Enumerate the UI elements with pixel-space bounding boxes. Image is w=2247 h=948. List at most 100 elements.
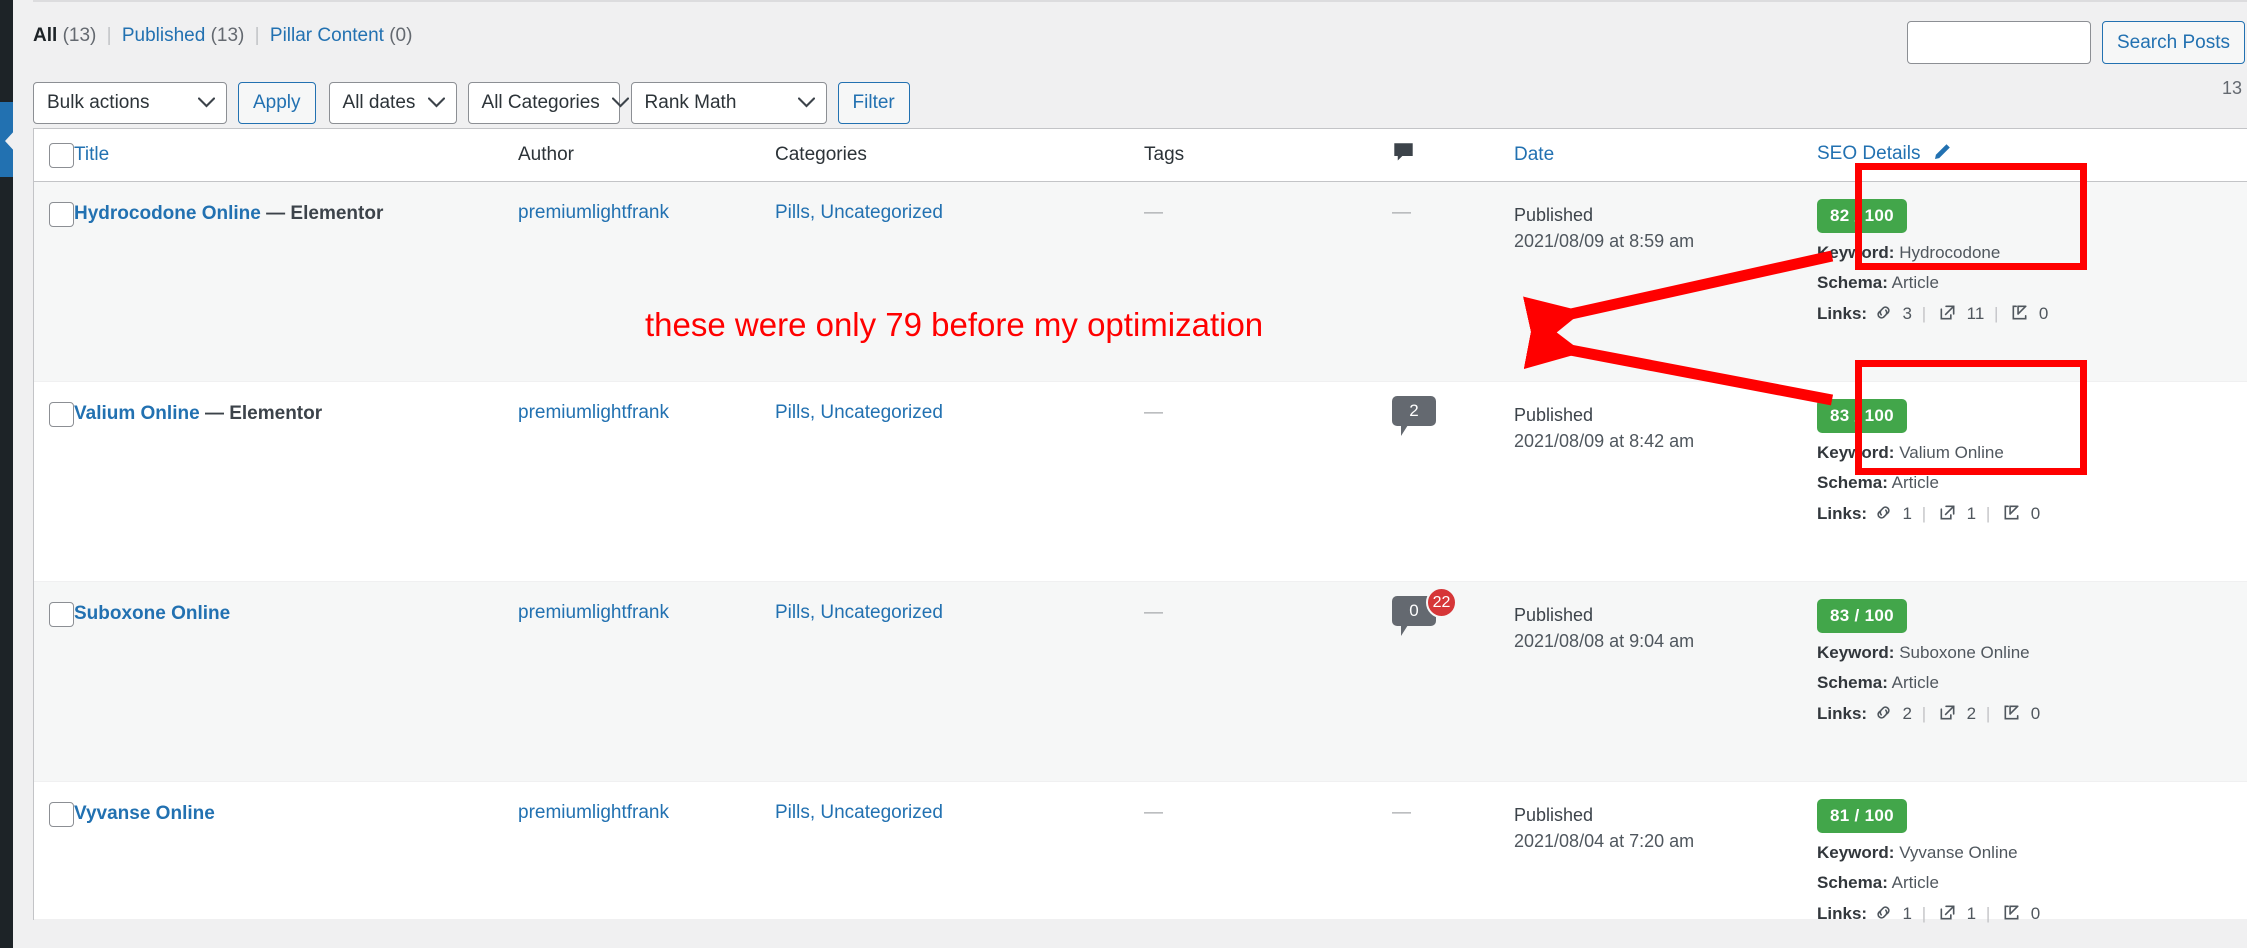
seo-keyword-label: Keyword: — [1817, 643, 1895, 662]
seo-external-links-count: 2 — [1966, 703, 1977, 723]
seo-links-sep-2: | — [1985, 903, 1991, 923]
seo-links-label: Links: — [1817, 903, 1868, 923]
column-header-categories-label: Categories — [775, 144, 867, 165]
seo-external-links-count: 11 — [1966, 303, 1985, 323]
post-status: Published — [1514, 605, 1594, 625]
column-header-date[interactable]: Date — [1514, 144, 1817, 166]
seo-keyword-value: Vyvanse Online — [1899, 843, 2018, 862]
tags-empty: — — [1144, 802, 1163, 823]
bulk-actions-value: Bulk actions — [47, 92, 150, 113]
chain-link-icon — [1874, 503, 1893, 527]
cell-author: premiumlightfrank — [518, 182, 775, 224]
column-header-date-link[interactable]: Date — [1514, 144, 1554, 165]
bulk-actions-select[interactable]: Bulk actions — [33, 82, 227, 124]
seo-keyword-line: Keyword: Suboxone Online — [1817, 642, 2237, 663]
row-select-cell — [34, 782, 74, 827]
post-title: Hydrocodone Online — Elementor — [74, 202, 518, 227]
post-title: Suboxone Online — [74, 602, 518, 627]
status-separator-1: | — [106, 25, 112, 46]
external-link-icon — [1938, 503, 1957, 527]
post-status: Published — [1514, 805, 1594, 825]
author-link[interactable]: premiumlightfrank — [518, 202, 669, 223]
date-filter-select[interactable]: All dates — [328, 82, 457, 124]
seo-links-sep-2: | — [1985, 503, 1991, 523]
status-filter-links: All (13) | Published (13) | Pillar Conte… — [33, 25, 412, 47]
column-header-title-link[interactable]: Title — [74, 144, 109, 165]
post-title-link[interactable]: Hydrocodone Online — [74, 203, 261, 224]
search-submit-button[interactable]: Search Posts — [2102, 21, 2245, 64]
categories-link[interactable]: Pills, Uncategorized — [775, 202, 943, 223]
status-link-pillar-content[interactable]: Pillar Content — [270, 25, 384, 46]
post-title: Valium Online — Elementor — [74, 402, 518, 427]
row-checkbox[interactable] — [49, 202, 74, 227]
comment-count-wrap[interactable]: 2 — [1392, 396, 1436, 436]
status-link-published[interactable]: Published — [122, 25, 205, 46]
filter-button[interactable]: Filter — [837, 82, 910, 124]
column-header-author: Author — [518, 144, 775, 166]
external-link-icon — [1938, 703, 1957, 727]
cell-comments: — — [1392, 782, 1514, 824]
external-link-icon — [1938, 903, 1957, 927]
post-date: 2021/08/08 at 9:04 am — [1514, 631, 1695, 652]
post-title-link[interactable]: Suboxone Online — [74, 603, 230, 624]
comments-empty: — — [1392, 802, 1411, 823]
table-row: Vyvanse Online premiumlightfrank Pills, … — [34, 782, 2247, 923]
categories-link[interactable]: Pills, Uncategorized — [775, 402, 943, 423]
column-header-seo-details-link[interactable]: SEO Details — [1817, 143, 1920, 164]
row-checkbox[interactable] — [49, 602, 74, 627]
cell-title: Hydrocodone Online — Elementor — [74, 182, 518, 227]
seo-score-badge[interactable]: 83 / 100 — [1817, 399, 1907, 433]
cell-title: Valium Online — Elementor — [74, 382, 518, 427]
seo-internal-links-count: 1 — [1902, 903, 1912, 923]
categories-link[interactable]: Pills, Uncategorized — [775, 802, 943, 823]
column-header-comments[interactable] — [1392, 141, 1514, 170]
cell-categories: Pills, Uncategorized — [775, 582, 1144, 624]
seo-score-badge[interactable]: 82 / 100 — [1817, 199, 1907, 233]
comment-count-wrap[interactable]: 0 22 — [1392, 587, 1457, 636]
table-row: Suboxone Online premiumlightfrank Pills,… — [34, 582, 2247, 782]
post-title-suffix: — Elementor — [266, 203, 384, 224]
post-title-link[interactable]: Valium Online — [74, 403, 200, 424]
seo-schema-label: Schema: — [1817, 873, 1888, 893]
status-link-all[interactable]: All — [33, 25, 57, 46]
edit-pencil-icon[interactable] — [1932, 142, 1952, 168]
table-row: Hydrocodone Online — Elementor premiumli… — [34, 182, 2247, 382]
apply-button[interactable]: Apply — [238, 82, 316, 124]
search-input[interactable] — [1907, 21, 2091, 64]
rank-math-filter-select[interactable]: Rank Math — [630, 82, 827, 124]
column-header-seo-details[interactable]: SEO Details — [1817, 142, 2237, 168]
categories-link[interactable]: Pills, Uncategorized — [775, 602, 943, 623]
cell-seo-details: 83 / 100 Keyword: Valium Online Schema: … — [1817, 382, 2237, 527]
category-filter-value: All Categories — [481, 92, 600, 113]
row-checkbox[interactable] — [49, 802, 74, 827]
row-checkbox[interactable] — [49, 402, 74, 427]
column-header-title[interactable]: Title — [74, 144, 518, 166]
seo-schema-value: Article — [1891, 273, 1939, 293]
category-filter-select[interactable]: All Categories — [467, 82, 629, 124]
row-select-cell — [34, 182, 74, 227]
author-link[interactable]: premiumlightfrank — [518, 802, 669, 823]
seo-links-label: Links: — [1817, 303, 1868, 323]
cell-date: Published 2021/08/09 at 8:59 am — [1514, 182, 1817, 254]
seo-keyword-label: Keyword: — [1817, 843, 1895, 862]
pending-comments-badge[interactable]: 22 — [1426, 587, 1457, 618]
author-link[interactable]: premiumlightfrank — [518, 402, 669, 423]
select-all-checkbox[interactable] — [49, 142, 74, 168]
seo-schema-line: Schema: Article — [1817, 472, 2237, 493]
comments-empty: — — [1392, 202, 1411, 223]
comment-count-bubble[interactable]: 2 — [1392, 396, 1436, 436]
seo-links-sep-1: | — [1921, 303, 1927, 323]
seo-score-badge[interactable]: 83 / 100 — [1817, 599, 1907, 633]
column-header-tags: Tags — [1144, 144, 1392, 166]
seo-score-badge[interactable]: 81 / 100 — [1817, 799, 1907, 833]
table-row: Valium Online — Elementor premiumlightfr… — [34, 382, 2247, 582]
author-link[interactable]: premiumlightfrank — [518, 602, 669, 623]
seo-keyword-line: Keyword: Hydrocodone — [1817, 242, 2237, 263]
incoming-link-icon — [2002, 903, 2021, 927]
incoming-link-icon — [2010, 303, 2029, 327]
displaying-num: 13 items — [2222, 78, 2247, 98]
seo-schema-label: Schema: — [1817, 273, 1888, 293]
post-title-link[interactable]: Vyvanse Online — [74, 803, 215, 824]
seo-schema-label: Schema: — [1817, 673, 1888, 693]
seo-keyword-value: Suboxone Online — [1899, 643, 2030, 662]
